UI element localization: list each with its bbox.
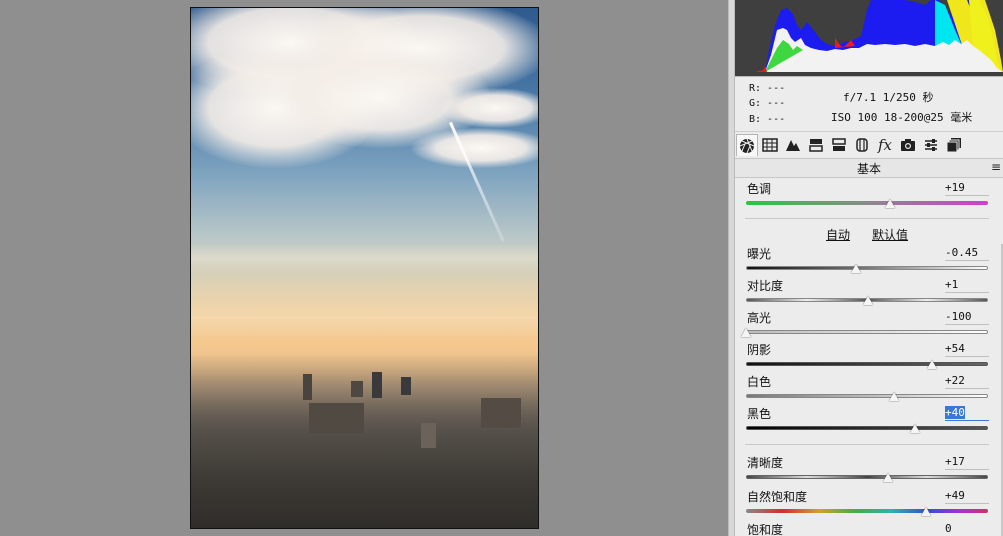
exposure-value[interactable]: -0.45 xyxy=(945,246,989,261)
develop-panel: R: --- G: --- B: --- f/7.1 1/250 秒 ISO 1… xyxy=(735,0,1003,536)
camera-calibration-icon[interactable] xyxy=(897,134,919,156)
shadows-value[interactable]: +54 xyxy=(945,342,989,357)
blacks-value[interactable]: +40 xyxy=(945,406,989,421)
exposure-slider-track[interactable] xyxy=(746,266,988,270)
basic-aperture-icon[interactable] xyxy=(736,134,758,156)
snapshots-icon[interactable] xyxy=(943,134,965,156)
split-toning-icon[interactable] xyxy=(828,134,850,156)
tone-curve-icon[interactable] xyxy=(759,134,781,156)
highlights-value[interactable]: -100 xyxy=(945,310,989,325)
whites-label: 白色 xyxy=(747,375,772,389)
hsl-icon[interactable] xyxy=(805,134,827,156)
presets-icon[interactable] xyxy=(920,134,942,156)
section-title: 基本 xyxy=(856,162,881,176)
image-info: R: --- G: --- B: --- f/7.1 1/250 秒 ISO 1… xyxy=(735,77,1003,132)
section-menu-icon[interactable]: ≡ xyxy=(991,160,1001,174)
highlights-slider-track[interactable] xyxy=(746,330,988,334)
blacks-value-text: +40 xyxy=(945,406,965,419)
rgb-readout-g: G: --- xyxy=(749,98,786,109)
blacks-slider-track[interactable] xyxy=(746,426,988,430)
building xyxy=(401,377,411,395)
basic-section-header[interactable]: 基本 ≡ xyxy=(735,158,1003,178)
divider xyxy=(745,444,989,445)
exposure-label: 曝光 xyxy=(747,247,772,261)
vibrance-slider-track[interactable] xyxy=(746,509,988,513)
vibrance-value[interactable]: +49 xyxy=(945,489,989,504)
default-button[interactable]: 默认值 xyxy=(872,226,908,243)
contrast-label: 对比度 xyxy=(747,279,784,293)
panel-divider[interactable] xyxy=(728,0,735,536)
highlights-slider-thumb[interactable] xyxy=(741,328,751,337)
haze-band xyxy=(191,243,538,273)
building xyxy=(351,381,363,397)
building xyxy=(372,372,382,398)
histogram-graph xyxy=(735,0,1003,76)
blacks-label: 黑色 xyxy=(747,407,772,421)
whites-slider-thumb[interactable] xyxy=(888,392,899,401)
tint-slider-thumb[interactable] xyxy=(884,199,895,208)
effects-fx-icon[interactable]: fx xyxy=(874,134,896,156)
photo-preview[interactable] xyxy=(190,7,539,529)
tint-label: 色调 xyxy=(747,182,772,196)
vibrance-label: 自然饱和度 xyxy=(747,490,808,504)
highlights-label: 高光 xyxy=(747,311,772,325)
lens-icon[interactable] xyxy=(851,134,873,156)
city-skyline xyxy=(191,353,538,528)
shadows-label: 阴影 xyxy=(747,343,772,357)
exposure-slider-thumb[interactable] xyxy=(851,264,862,273)
contrast-value[interactable]: +1 xyxy=(945,278,989,293)
building xyxy=(481,398,521,428)
shadows-slider-track[interactable] xyxy=(746,362,988,366)
histogram xyxy=(735,0,1003,77)
divider xyxy=(745,218,989,219)
blacks-slider-thumb[interactable] xyxy=(910,424,921,433)
auto-button[interactable]: 自动 xyxy=(826,226,850,243)
panel-tabs: fx xyxy=(735,133,1003,157)
building xyxy=(309,403,364,433)
clarity-label: 清晰度 xyxy=(747,456,784,470)
saturation-label: 饱和度 xyxy=(747,523,784,536)
building xyxy=(421,423,436,448)
exposure-info: f/7.1 1/250 秒 xyxy=(843,91,934,104)
haze-band xyxy=(191,298,538,338)
whites-slider-track[interactable] xyxy=(746,394,988,398)
iso-lens-info: ISO 100 18-200@25 毫米 xyxy=(831,111,973,124)
shadows-slider-thumb[interactable] xyxy=(927,360,938,369)
contrast-slider-thumb[interactable] xyxy=(863,296,874,305)
clarity-value[interactable]: +17 xyxy=(945,455,989,470)
detail-icon[interactable] xyxy=(782,134,804,156)
rgb-readout-b: B: --- xyxy=(749,114,786,125)
clarity-slider-track[interactable] xyxy=(746,475,988,479)
vibrance-slider-thumb[interactable] xyxy=(921,507,932,516)
whites-value[interactable]: +22 xyxy=(945,374,989,389)
cloud xyxy=(411,128,538,168)
building xyxy=(303,374,312,400)
rgb-readout-r: R: --- xyxy=(749,83,786,94)
clarity-slider-thumb[interactable] xyxy=(882,473,893,482)
tint-slider-track[interactable] xyxy=(746,201,988,205)
saturation-value[interactable]: 0 xyxy=(945,522,989,536)
image-preview-area[interactable] xyxy=(0,0,728,536)
tint-value[interactable]: +19 xyxy=(945,181,989,196)
